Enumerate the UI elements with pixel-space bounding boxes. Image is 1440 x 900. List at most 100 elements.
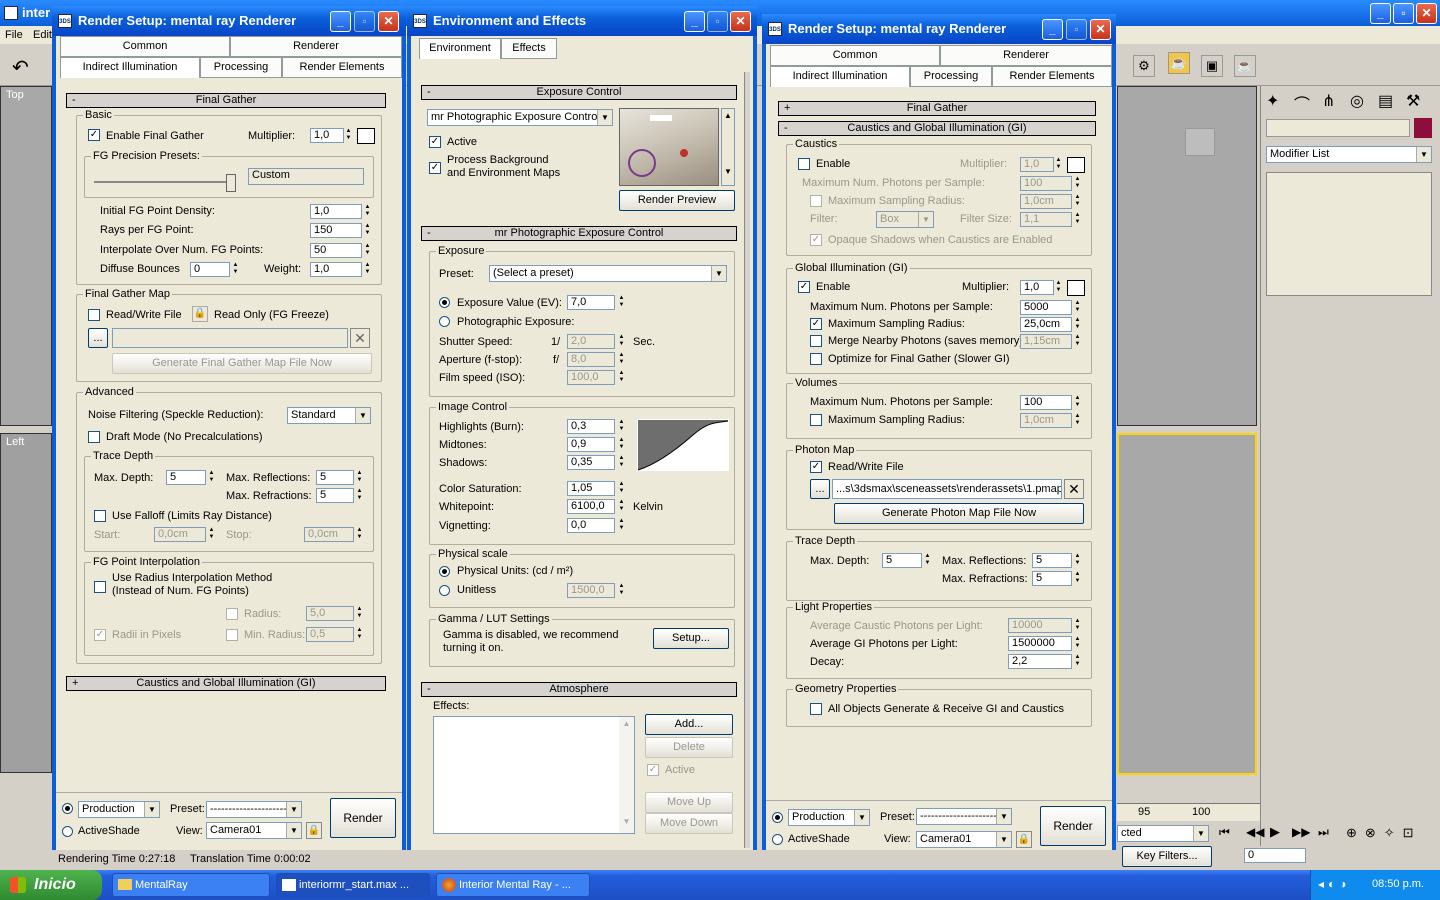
env-preview-scrollbar[interactable]: ▲ ▼ bbox=[721, 108, 735, 186]
env-film-spinner[interactable]: 100,0 bbox=[567, 370, 615, 385]
rs1-radii-px-checkbox[interactable]: ✓ bbox=[94, 629, 106, 641]
rs2-tab-indirect[interactable]: Indirect Illumination bbox=[770, 66, 910, 87]
env-phys-units-radio[interactable] bbox=[439, 566, 450, 577]
rs2-pmap-rw-checkbox[interactable]: ✓ bbox=[810, 461, 822, 473]
render-setup-icon[interactable]: ☕ bbox=[1168, 52, 1190, 74]
rs2-production-radio[interactable] bbox=[772, 812, 783, 823]
material-editor-icon[interactable]: ⚙ bbox=[1133, 55, 1155, 77]
env-add-button[interactable]: Add... bbox=[645, 714, 733, 735]
rs1-interp-spinner[interactable]: 50 bbox=[310, 243, 362, 258]
env-exposure-type-dropdown[interactable]: mr Photographic Exposure Contro ▼ bbox=[427, 109, 613, 126]
task-interior-browser[interactable]: Interior Mental Ray - ... bbox=[436, 873, 590, 897]
rs1-radius-checkbox[interactable] bbox=[226, 608, 238, 620]
app-minimize-button[interactable]: _ bbox=[1370, 3, 1391, 24]
rs2-spinner-arrows[interactable]: ▲ ▼ bbox=[923, 553, 932, 568]
rs2-caustics-radius-checkbox[interactable] bbox=[810, 195, 822, 207]
rs2-avg-gi-spinner[interactable]: 1500000 bbox=[1008, 636, 1072, 651]
rs2-minimize-button[interactable]: _ bbox=[1042, 19, 1063, 40]
rs1-spinner-arrows[interactable]: ▲ ▼ bbox=[207, 527, 216, 542]
rs2-spinner-arrows[interactable]: ▲ ▼ bbox=[1054, 157, 1063, 172]
rs2-preset-dropdown[interactable]: ------------------------ ▼ bbox=[916, 808, 1012, 825]
menu-file[interactable]: File bbox=[5, 29, 23, 42]
clear-icon[interactable]: ✕ bbox=[1064, 479, 1084, 499]
env-unitless-spinner[interactable]: 1500,0 bbox=[567, 583, 615, 598]
rs1-rw-file-checkbox[interactable] bbox=[88, 309, 100, 321]
rs2-pmap-path[interactable]: ...s\3dsmax\sceneassets\renderassets\1.p… bbox=[832, 479, 1062, 499]
rs2-tab-common[interactable]: Common bbox=[770, 45, 940, 66]
env-aperture-spinner[interactable]: 8,0 bbox=[567, 352, 615, 367]
rs2-merge-spinner[interactable]: 1,15cm bbox=[1020, 334, 1072, 349]
clear-icon[interactable]: ✕ bbox=[350, 328, 370, 348]
rs2-spinner-arrows[interactable]: ▲ ▼ bbox=[1073, 553, 1082, 568]
rs1-maximize-button[interactable]: ▫ bbox=[354, 11, 375, 32]
env-spinner-arrows[interactable]: ▲ ▼ bbox=[617, 334, 626, 349]
env-effects-list-scrollbar[interactable]: ▲ ▼ bbox=[619, 717, 634, 833]
goto-end-icon[interactable]: ⏭ bbox=[1318, 825, 1329, 840]
rs1-titlebar[interactable]: 3DS Render Setup: mental ray Renderer _ ▫… bbox=[52, 6, 406, 36]
rs2-decay-spinner[interactable]: 2,2 bbox=[1008, 654, 1072, 669]
env-process-bg-checkbox[interactable]: ✓ bbox=[429, 162, 441, 174]
env-minimize-button[interactable]: _ bbox=[684, 11, 705, 32]
rs1-radius-spinner[interactable]: 5,0 bbox=[306, 606, 354, 621]
menu-edit[interactable]: Edit bbox=[33, 29, 52, 42]
rs2-max-depth-spinner[interactable]: 5 bbox=[882, 553, 922, 568]
rs2-caustics-photons-spinner[interactable]: 100 bbox=[1020, 176, 1072, 191]
tray-icons[interactable]: ◂◐◑ bbox=[1318, 877, 1351, 891]
rs1-rays-spinner[interactable]: 150 bbox=[310, 223, 362, 238]
env-spinner-arrows[interactable]: ▲ ▼ bbox=[617, 419, 626, 434]
rs2-volumes-radius-spinner[interactable]: 1,0cm bbox=[1020, 413, 1072, 428]
app-close-button[interactable]: ✕ bbox=[1416, 3, 1437, 24]
rs2-caustics-multiplier-spinner[interactable]: 1,0 bbox=[1020, 157, 1054, 172]
motion-icon[interactable]: ◎ bbox=[1350, 91, 1364, 111]
rs1-caustics-rollout[interactable]: + Caustics and Global Illumination (GI) bbox=[66, 676, 386, 691]
rs2-spinner-arrows[interactable]: ▲ ▼ bbox=[1054, 280, 1063, 295]
lock-icon[interactable]: 🔒 bbox=[1016, 831, 1032, 848]
rs1-draft-checkbox[interactable] bbox=[88, 431, 100, 443]
env-spinner-arrows[interactable]: ▲ ▼ bbox=[617, 455, 626, 470]
rs1-spinner-arrows[interactable]: ▲ ▼ bbox=[207, 470, 216, 485]
rs2-all-objects-checkbox[interactable] bbox=[810, 703, 822, 715]
rs2-opaque-checkbox[interactable]: ✓ bbox=[810, 234, 822, 246]
task-interior-max[interactable]: interiormr_start.max ... bbox=[276, 873, 430, 897]
env-color-sat-spinner[interactable]: 1,05 bbox=[567, 481, 615, 496]
rs1-spinner-arrows[interactable]: ▲ ▼ bbox=[355, 488, 364, 503]
rs1-gen-fg-map-button[interactable]: Generate Final Gather Map File Now bbox=[112, 353, 372, 374]
rs1-spinner-arrows[interactable]: ▲ ▼ bbox=[363, 262, 372, 277]
prev-frame-icon[interactable]: ◀◀ bbox=[1246, 825, 1264, 839]
rs1-falloff-checkbox[interactable] bbox=[94, 510, 106, 522]
env-photo-exp-radio[interactable] bbox=[439, 316, 450, 327]
rs2-activeshade-radio[interactable] bbox=[772, 834, 783, 845]
env-shutter-spinner[interactable]: 2,0 bbox=[567, 334, 615, 349]
rs2-spinner-arrows[interactable]: ▲ ▼ bbox=[1073, 194, 1082, 209]
rs2-caustics-gi-rollout[interactable]: - Caustics and Global Illumination (GI) bbox=[778, 121, 1096, 136]
env-spinner-arrows[interactable]: ▲ ▼ bbox=[617, 583, 626, 598]
rs1-initial-density-spinner[interactable]: 1,0 bbox=[310, 204, 362, 219]
rs1-spinner-arrows[interactable]: ▲ ▼ bbox=[344, 128, 353, 143]
env-atmosphere-rollout[interactable]: - Atmosphere bbox=[421, 682, 737, 697]
rs1-fg-map-path[interactable] bbox=[112, 328, 348, 348]
rs1-spinner-arrows[interactable]: ▲ ▼ bbox=[363, 223, 372, 238]
rs1-spinner-arrows[interactable]: ▲ ▼ bbox=[363, 204, 372, 219]
rs1-fg-color-swatch[interactable] bbox=[357, 128, 375, 144]
rs1-spinner-arrows[interactable]: ▲ ▼ bbox=[231, 262, 240, 277]
viewport-top[interactable] bbox=[0, 86, 52, 426]
env-delete-button[interactable]: Delete bbox=[645, 737, 733, 758]
rs1-min-radius-checkbox[interactable] bbox=[226, 629, 238, 641]
rs2-final-gather-rollout[interactable]: + Final Gather bbox=[778, 101, 1096, 116]
rs2-spinner-arrows[interactable]: ▲ ▼ bbox=[1073, 334, 1082, 349]
rs1-production-dropdown[interactable]: Production ▼ bbox=[78, 801, 160, 818]
rs1-tab-common[interactable]: Common bbox=[60, 36, 230, 57]
rs2-volumes-radius-checkbox[interactable] bbox=[810, 414, 822, 426]
env-atm-active-checkbox[interactable]: ✓ bbox=[647, 764, 659, 776]
rs2-gi-radius-spinner[interactable]: 25,0cm bbox=[1020, 317, 1072, 332]
selection-set-dropdown[interactable]: cted ▼ bbox=[1117, 825, 1209, 842]
undo-icon[interactable]: ↶ bbox=[12, 55, 29, 80]
env-tab-effects[interactable]: Effects bbox=[501, 38, 557, 59]
rs2-gi-color-swatch[interactable] bbox=[1067, 280, 1085, 296]
env-setup-button[interactable]: Setup... bbox=[653, 628, 729, 649]
display-icon[interactable]: ▤ bbox=[1378, 91, 1393, 111]
env-move-down-button[interactable]: Move Down bbox=[645, 813, 733, 834]
rs2-spinner-arrows[interactable]: ▲ ▼ bbox=[1073, 636, 1082, 651]
color-swatch[interactable] bbox=[1414, 118, 1432, 138]
env-render-preview-button[interactable]: Render Preview bbox=[619, 190, 735, 211]
